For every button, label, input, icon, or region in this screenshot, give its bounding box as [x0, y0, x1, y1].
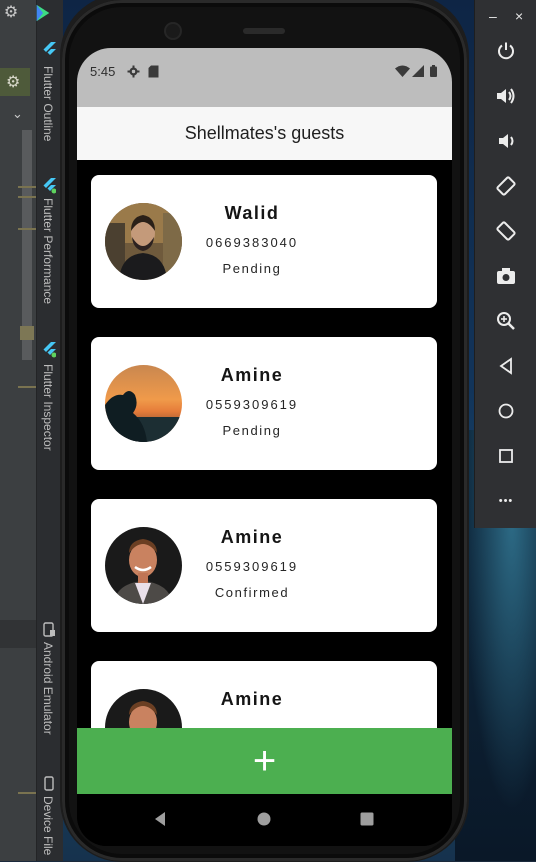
volume-up-icon[interactable]	[491, 81, 521, 111]
editor-band	[0, 620, 36, 648]
overview-icon[interactable]	[491, 441, 521, 471]
close-button[interactable]: ×	[515, 8, 523, 24]
more-icon: •••	[498, 495, 514, 507]
guest-list[interactable]: Walid 0669383040 Pending Amine 055930961…	[77, 160, 452, 728]
rotate-right-icon[interactable]	[491, 216, 521, 246]
plus-icon: +	[252, 738, 277, 783]
overview-icon[interactable]	[356, 808, 378, 830]
guest-status: Confirmed	[214, 585, 290, 600]
back-icon[interactable]	[149, 808, 171, 830]
scrollbar-thumb[interactable]	[20, 326, 34, 340]
avatar	[105, 689, 182, 728]
page-title: Shellmates's guests	[184, 123, 345, 143]
avatar	[105, 527, 182, 604]
ide-window: ⚙ ⚙ ⌄ Flutter Outline Flutter Performanc…	[0, 0, 63, 861]
guest-name: Amine	[220, 689, 284, 709]
status-time: 5:45	[90, 64, 116, 79]
battery-icon	[430, 65, 437, 77]
sd-card-icon	[148, 65, 159, 78]
editor-marker	[18, 228, 36, 230]
avatar	[105, 365, 182, 442]
gear-icon[interactable]: ⚙	[2, 4, 20, 22]
editor-marker	[18, 186, 36, 188]
guest-info: Amine	[186, 689, 318, 710]
panel-flutter-inspector[interactable]: Flutter Inspector	[41, 364, 55, 451]
panel-flutter-performance[interactable]: Flutter Performance	[41, 198, 55, 304]
status-bar: 5:45	[77, 48, 452, 107]
signal-icon	[412, 65, 424, 77]
guest-info: Amine 0559309619 Confirmed	[186, 527, 318, 600]
guest-status: Pending	[222, 261, 282, 276]
front-camera	[166, 24, 180, 38]
minimize-button[interactable]: –	[489, 8, 497, 24]
rotate-left-icon[interactable]	[491, 171, 521, 201]
editor-marker	[18, 196, 36, 198]
guest-card[interactable]: Amine	[91, 661, 437, 728]
guest-card[interactable]: Amine 0559309619 Pending	[91, 337, 437, 470]
app-bar: Shellmates's guests	[77, 107, 452, 160]
panel-android-emulator[interactable]: Android Emulator	[41, 642, 55, 735]
home-icon[interactable]	[253, 808, 275, 830]
flutter-icon[interactable]	[42, 342, 56, 358]
home-icon[interactable]	[491, 396, 521, 426]
avatar	[105, 203, 182, 280]
guest-status: Pending	[222, 423, 282, 438]
more-button[interactable]: •••	[491, 486, 521, 516]
power-icon[interactable]	[491, 36, 521, 66]
guest-name: Amine	[220, 365, 284, 385]
chevron-down-icon[interactable]: ⌄	[12, 106, 23, 122]
volume-down-icon[interactable]	[491, 126, 521, 156]
device-icon[interactable]	[42, 776, 56, 792]
panel-device-file[interactable]: Device File	[41, 796, 55, 855]
system-navigation-bar	[77, 794, 452, 846]
guest-phone: 0559309619	[205, 559, 299, 574]
editor-marker	[18, 386, 36, 388]
editor-marker	[18, 792, 36, 794]
earpiece-speaker	[243, 28, 285, 34]
flutter-icon[interactable]	[42, 42, 56, 58]
guest-phone: 0669383040	[205, 235, 299, 250]
settings-notification-icon	[127, 65, 140, 78]
gear-icon: ⚙	[6, 74, 21, 91]
guest-card[interactable]: Walid 0669383040 Pending	[91, 175, 437, 308]
emulator-toolbar: – × •••	[474, 0, 536, 528]
android-studio-icon[interactable]	[34, 3, 52, 23]
emulator-icon[interactable]	[42, 622, 56, 638]
panel-flutter-outline[interactable]: Flutter Outline	[41, 66, 55, 141]
guest-info: Walid 0669383040 Pending	[186, 203, 318, 276]
add-guest-button[interactable]: +	[77, 728, 452, 794]
guest-name: Walid	[224, 203, 280, 223]
guest-card[interactable]: Amine 0559309619 Confirmed	[91, 499, 437, 632]
back-icon[interactable]	[491, 351, 521, 381]
settings-button[interactable]: ⚙	[0, 68, 30, 96]
flutter-icon[interactable]	[42, 178, 56, 194]
wifi-icon	[395, 65, 410, 77]
guest-phone: 0559309619	[205, 397, 299, 412]
device-screen: 5:45 Shellmates's guests Walid 066938304…	[77, 48, 452, 846]
guest-name: Amine	[220, 527, 284, 547]
camera-icon[interactable]	[491, 261, 521, 291]
zoom-icon[interactable]	[491, 306, 521, 336]
guest-info: Amine 0559309619 Pending	[186, 365, 318, 438]
